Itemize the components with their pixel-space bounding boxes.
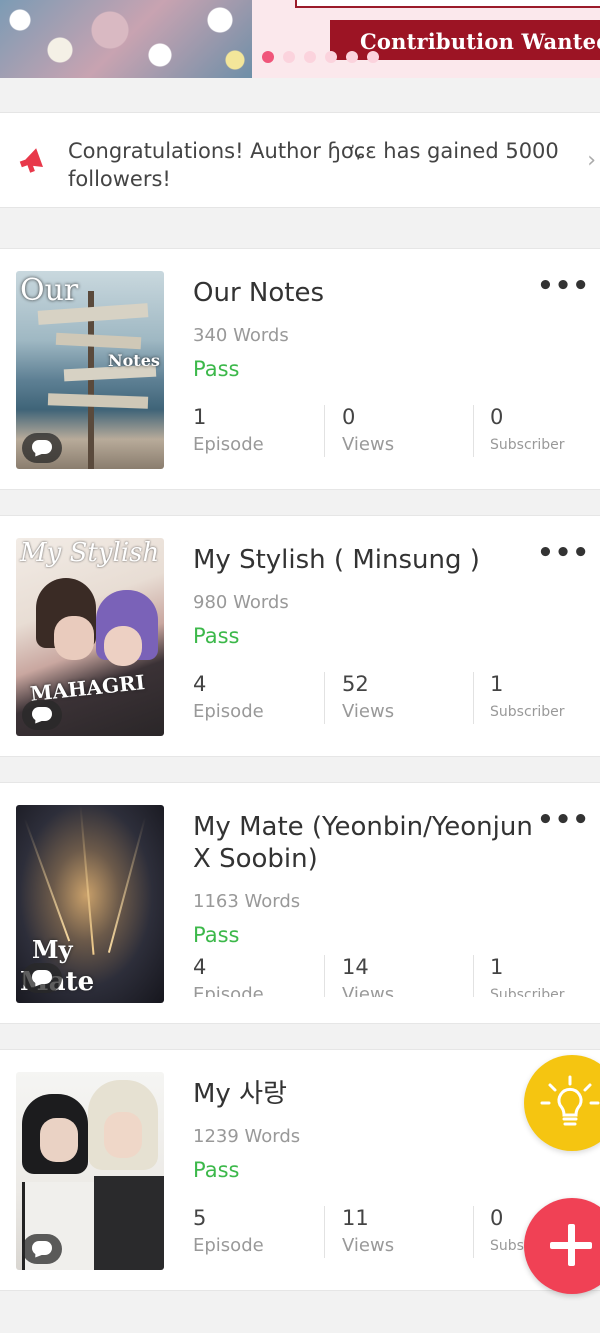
divider [324, 405, 325, 457]
cover-figure [104, 1112, 142, 1158]
sign-board [47, 393, 149, 409]
cover-figure [94, 1176, 164, 1270]
cover-figure [104, 626, 142, 666]
top-banner[interactable]: Contribution Wanted S [0, 0, 600, 78]
divider [473, 405, 474, 457]
work-stats: 4 Episode 14 Views 1 Subscriber [193, 953, 593, 997]
comment-bubble-icon [22, 963, 62, 993]
subscriber-stat: 1 Subscriber [490, 672, 565, 720]
idea-button[interactable] [524, 1055, 600, 1151]
cover-text: Our [20, 273, 79, 308]
work-stats: 4 Episode 52 Views 1 Subscriber [193, 670, 593, 726]
banner-pager-dots [262, 51, 379, 63]
views-stat: 11 Views [342, 1206, 395, 1256]
star-streak [107, 817, 147, 953]
plus-icon [524, 1198, 600, 1294]
episode-stat: 4 Episode [193, 672, 264, 722]
lightbulb-icon [540, 1075, 600, 1126]
cover-text: My Stylish [20, 538, 160, 568]
star-streak [23, 818, 71, 942]
divider [473, 1206, 474, 1258]
status-badge: Pass [193, 1158, 240, 1182]
subscriber-stat: 0 Subscriber [490, 405, 565, 453]
more-dots-icon[interactable]: ••• [537, 538, 590, 568]
more-dots-icon[interactable]: ••• [537, 805, 590, 835]
pager-dot[interactable] [304, 51, 316, 63]
pager-dot[interactable] [367, 51, 379, 63]
work-card[interactable]: Our Notes Our Notes 340 Words Pass ••• 1… [0, 248, 600, 490]
work-card[interactable]: My Mate My Mate (Yeonbin/Yeonjun X Soobi… [0, 782, 600, 1024]
status-badge: Pass [193, 357, 240, 381]
subscriber-stat: 1 Subscriber [490, 955, 565, 997]
pager-dot[interactable] [283, 51, 295, 63]
cover-figure [54, 616, 94, 660]
cover-text: My [32, 935, 73, 964]
work-title[interactable]: Our Notes [193, 277, 573, 309]
cover-figure [40, 1118, 78, 1162]
word-count: 340 Words [193, 325, 289, 346]
divider [473, 955, 474, 997]
word-count: 980 Words [193, 592, 289, 613]
pager-dot[interactable] [325, 51, 337, 63]
work-title[interactable]: My 사랑 [193, 1078, 573, 1110]
announcement-bar[interactable]: Congratulations! Author ɧơɕɛ has gained … [0, 112, 600, 208]
subscriber-stat: 0 Subs [490, 1206, 524, 1254]
work-cover[interactable] [16, 1072, 164, 1270]
banner-artwork [0, 0, 252, 78]
work-cover[interactable]: My Mate [16, 805, 164, 1003]
work-cover[interactable]: My Stylish MAHAGRI [16, 538, 164, 736]
episode-stat: 1 Episode [193, 405, 264, 455]
work-cover[interactable]: Our Notes [16, 271, 164, 469]
status-badge: Pass [193, 624, 240, 648]
announcement-text: Congratulations! Author ɧơɕɛ has gained … [68, 139, 559, 191]
pager-dot[interactable] [346, 51, 358, 63]
pager-dot[interactable] [262, 51, 274, 63]
cover-text: Notes [108, 351, 160, 370]
comment-bubble-icon [22, 433, 62, 463]
megaphone-icon [19, 148, 43, 173]
work-card[interactable]: My Stylish MAHAGRI My Stylish ( Minsung … [0, 515, 600, 757]
comment-bubble-icon [22, 700, 62, 730]
add-work-button[interactable] [524, 1198, 600, 1294]
star-streak [79, 805, 95, 955]
status-badge: Pass [193, 923, 240, 947]
banner-frame [295, 0, 600, 8]
sign-board [55, 332, 142, 350]
episode-stat: 5 Episode [193, 1206, 264, 1256]
word-count: 1239 Words [193, 1126, 301, 1147]
divider [324, 1206, 325, 1258]
divider [324, 672, 325, 724]
work-card[interactable]: My 사랑 1239 Words Pass 5 Episode 11 Views… [0, 1049, 600, 1291]
views-stat: 0 Views [342, 405, 395, 455]
comment-bubble-icon [22, 1234, 62, 1264]
views-stat: 14 Views [342, 955, 395, 997]
work-stats: 1 Episode 0 Views 0 Subscriber [193, 403, 593, 459]
word-count: 1163 Words [193, 891, 301, 912]
more-dots-icon[interactable]: ••• [537, 271, 590, 301]
chevron-right-icon[interactable]: › [587, 148, 596, 173]
divider [324, 955, 325, 997]
episode-stat: 4 Episode [193, 955, 264, 997]
divider [473, 672, 474, 724]
work-title[interactable]: My Mate (Yeonbin/Yeonjun X Soobin) [193, 811, 553, 875]
work-title[interactable]: My Stylish ( Minsung ) [193, 544, 573, 576]
views-stat: 52 Views [342, 672, 395, 722]
